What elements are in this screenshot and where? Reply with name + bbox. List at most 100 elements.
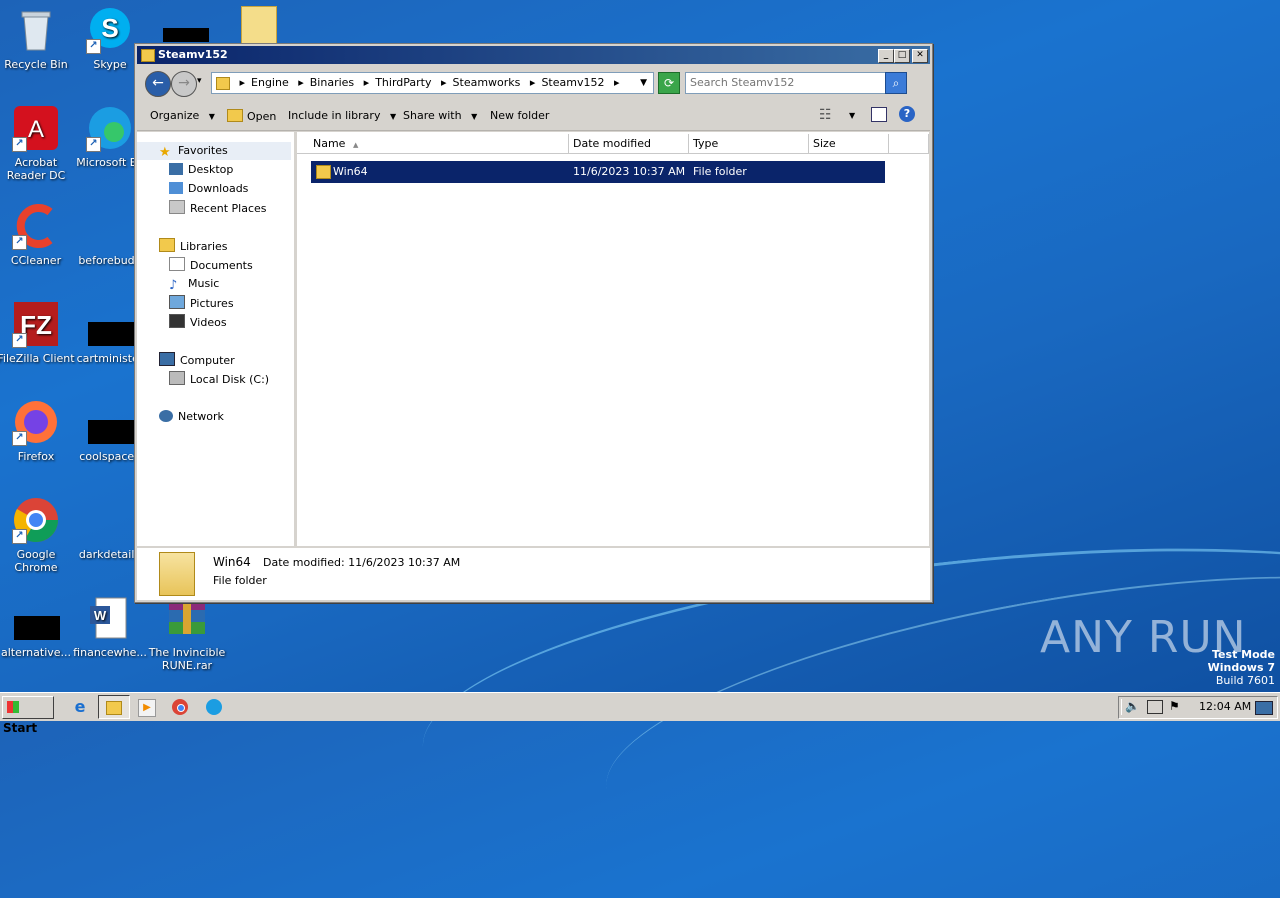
nav-downloads[interactable]: Downloads <box>169 181 248 197</box>
desktop-icon-label: CCleaner <box>10 254 62 267</box>
folder-icon <box>216 77 230 90</box>
flag-icon[interactable]: ⚑ <box>1169 699 1180 713</box>
chrome-icon[interactable] <box>172 699 188 715</box>
breadcrumb-item[interactable]: Steamv152 <box>541 76 604 89</box>
nav-documents[interactable]: Documents <box>169 257 253 273</box>
address-bar[interactable]: ▸ Engine ▸ Binaries ▸ ThirdParty ▸ Steamwork… <box>211 72 654 94</box>
nav-videos[interactable]: Videos <box>169 314 227 330</box>
breadcrumb-item[interactable]: ThirdParty <box>375 76 431 89</box>
column-header-label: Date modified <box>573 137 651 150</box>
start-button[interactable]: Start <box>2 696 54 735</box>
desktop-icon-financewhe[interactable]: W financewhe... <box>71 594 149 659</box>
column-header-date[interactable]: Date modified <box>569 134 689 154</box>
navigation-pane: ★ Favorites Desktop Downloads Recent Plac… <box>137 132 297 546</box>
nav-label: Documents <box>190 259 253 272</box>
include-in-library-button[interactable]: Include in library ▼ <box>288 109 396 122</box>
watermark-line: Windows 7 <box>1207 661 1275 674</box>
nav-label: Music <box>188 277 220 290</box>
desktop-icon-label: beforebudg <box>78 254 142 267</box>
nav-libraries[interactable]: Libraries <box>159 238 228 254</box>
nav-label: Downloads <box>188 182 249 195</box>
preview-pane-icon[interactable] <box>871 107 887 122</box>
desktop-icon-chrome[interactable]: ↗ Google Chrome <box>0 496 75 574</box>
svg-text:W: W <box>94 608 107 623</box>
search-box[interactable]: ⌕ <box>685 72 907 94</box>
nav-label: Pictures <box>190 297 234 310</box>
table-row[interactable]: Win64 11/6/2023 10:37 AM File folder <box>311 161 885 183</box>
file-list[interactable]: Name ▲ Date modified Type Size Win64 11/… <box>297 132 929 546</box>
forward-button[interactable]: → <box>171 71 197 97</box>
nav-music[interactable]: ♪ Music <box>169 276 220 293</box>
media-player-icon[interactable]: ▶ <box>138 699 156 717</box>
desktop-icon-label: FileZilla Client <box>0 352 75 365</box>
chevron-down-icon[interactable]: ▼ <box>849 111 855 120</box>
nav-local-disk[interactable]: Local Disk (C:) <box>169 371 269 387</box>
redacted-icon <box>88 420 134 444</box>
column-header-size[interactable]: Size <box>809 134 889 154</box>
breadcrumb-item[interactable]: Engine <box>251 76 289 89</box>
close-button[interactable]: ✕ <box>912 49 928 63</box>
back-button[interactable]: ← <box>145 71 171 97</box>
volume-icon[interactable]: 🔈 <box>1125 699 1140 713</box>
internet-explorer-icon[interactable]: e <box>70 697 90 717</box>
file-icon <box>12 594 60 642</box>
share-with-button[interactable]: Share with ▼ <box>403 109 477 122</box>
desktop-icon-firefox[interactable]: ↗ Firefox <box>0 398 75 463</box>
drive-icon <box>169 371 185 385</box>
redacted-icon <box>14 616 60 640</box>
clock[interactable]: 12:04 AM <box>1199 700 1251 713</box>
organize-button[interactable]: Organize ▼ <box>150 109 215 122</box>
folder-icon[interactable] <box>241 6 277 46</box>
refresh-button[interactable]: ⟳ <box>658 72 680 94</box>
desktop-icon-alternative[interactable]: alternative... <box>0 594 75 659</box>
explorer-window[interactable]: Steamv152 _ □ ✕ ← → ▾ ▸ Engine ▸ Binaries … <box>134 43 933 603</box>
title-bar[interactable]: Steamv152 _ □ ✕ <box>137 46 930 64</box>
nav-recent-places[interactable]: Recent Places <box>169 200 267 216</box>
desktop-icon-label: Google Chrome <box>14 548 58 574</box>
nav-desktop[interactable]: Desktop <box>169 162 233 178</box>
show-desktop-icon[interactable] <box>1255 701 1273 715</box>
chevron-right-icon: ▸ <box>298 76 304 89</box>
new-folder-button[interactable]: New folder <box>490 109 549 122</box>
nav-label: Network <box>178 410 224 423</box>
desktop-icon-filezilla[interactable]: FZ ↗ FileZilla Client <box>0 300 75 365</box>
column-header-name[interactable]: Name ▲ <box>297 134 569 154</box>
address-dropdown-icon[interactable]: ▼ <box>640 73 647 93</box>
desktop-icon-recycle-bin[interactable]: Recycle Bin <box>0 6 75 71</box>
explorer-taskbar-button[interactable] <box>98 695 130 719</box>
desktop-icon-acrobat[interactable]: A ↗ Acrobat Reader DC <box>0 104 75 182</box>
view-options-icon[interactable]: ☷ <box>819 107 832 123</box>
file-icon <box>86 398 134 446</box>
nav-label: Favorites <box>178 144 228 157</box>
column-header-type[interactable]: Type <box>689 134 809 154</box>
search-icon[interactable]: ⌕ <box>885 72 907 94</box>
nav-computer[interactable]: Computer <box>159 352 235 368</box>
nav-favorites[interactable]: ★ Favorites <box>159 143 228 160</box>
breadcrumb-item[interactable]: Binaries <box>310 76 354 89</box>
nav-pictures[interactable]: Pictures <box>169 295 234 311</box>
acrobat-icon: A ↗ <box>12 104 60 152</box>
svg-text:A: A <box>28 116 44 143</box>
desktop-icon-label: coolspace.j <box>79 450 141 463</box>
edge-icon[interactable] <box>206 699 222 715</box>
folder-open-icon <box>227 109 243 122</box>
history-dropdown-icon[interactable]: ▾ <box>197 76 202 86</box>
nav-network[interactable]: Network <box>159 409 224 425</box>
breadcrumb-item[interactable]: Steamworks <box>453 76 521 89</box>
desktop-icon-rune-rar[interactable]: The Invincible RUNE.rar <box>148 594 226 672</box>
help-icon[interactable]: ? <box>899 106 915 122</box>
star-icon: ★ <box>159 145 171 160</box>
word-document-icon: W <box>86 594 134 642</box>
network-icon <box>159 410 173 422</box>
open-button[interactable]: Open <box>227 109 276 123</box>
desktop-icon-ccleaner[interactable]: ↗ CCleaner <box>0 202 75 267</box>
chevron-down-icon: ▼ <box>208 112 215 121</box>
edge-icon: ↗ <box>86 104 134 152</box>
network-icon[interactable] <box>1147 700 1163 714</box>
details-date: Date modified: 11/6/2023 10:37 AM <box>263 556 461 569</box>
search-input[interactable] <box>686 73 886 91</box>
chevron-right-icon: ▸ <box>441 76 447 89</box>
maximize-button[interactable]: □ <box>894 49 910 63</box>
minimize-button[interactable]: _ <box>878 49 894 63</box>
downloads-icon <box>169 182 183 194</box>
